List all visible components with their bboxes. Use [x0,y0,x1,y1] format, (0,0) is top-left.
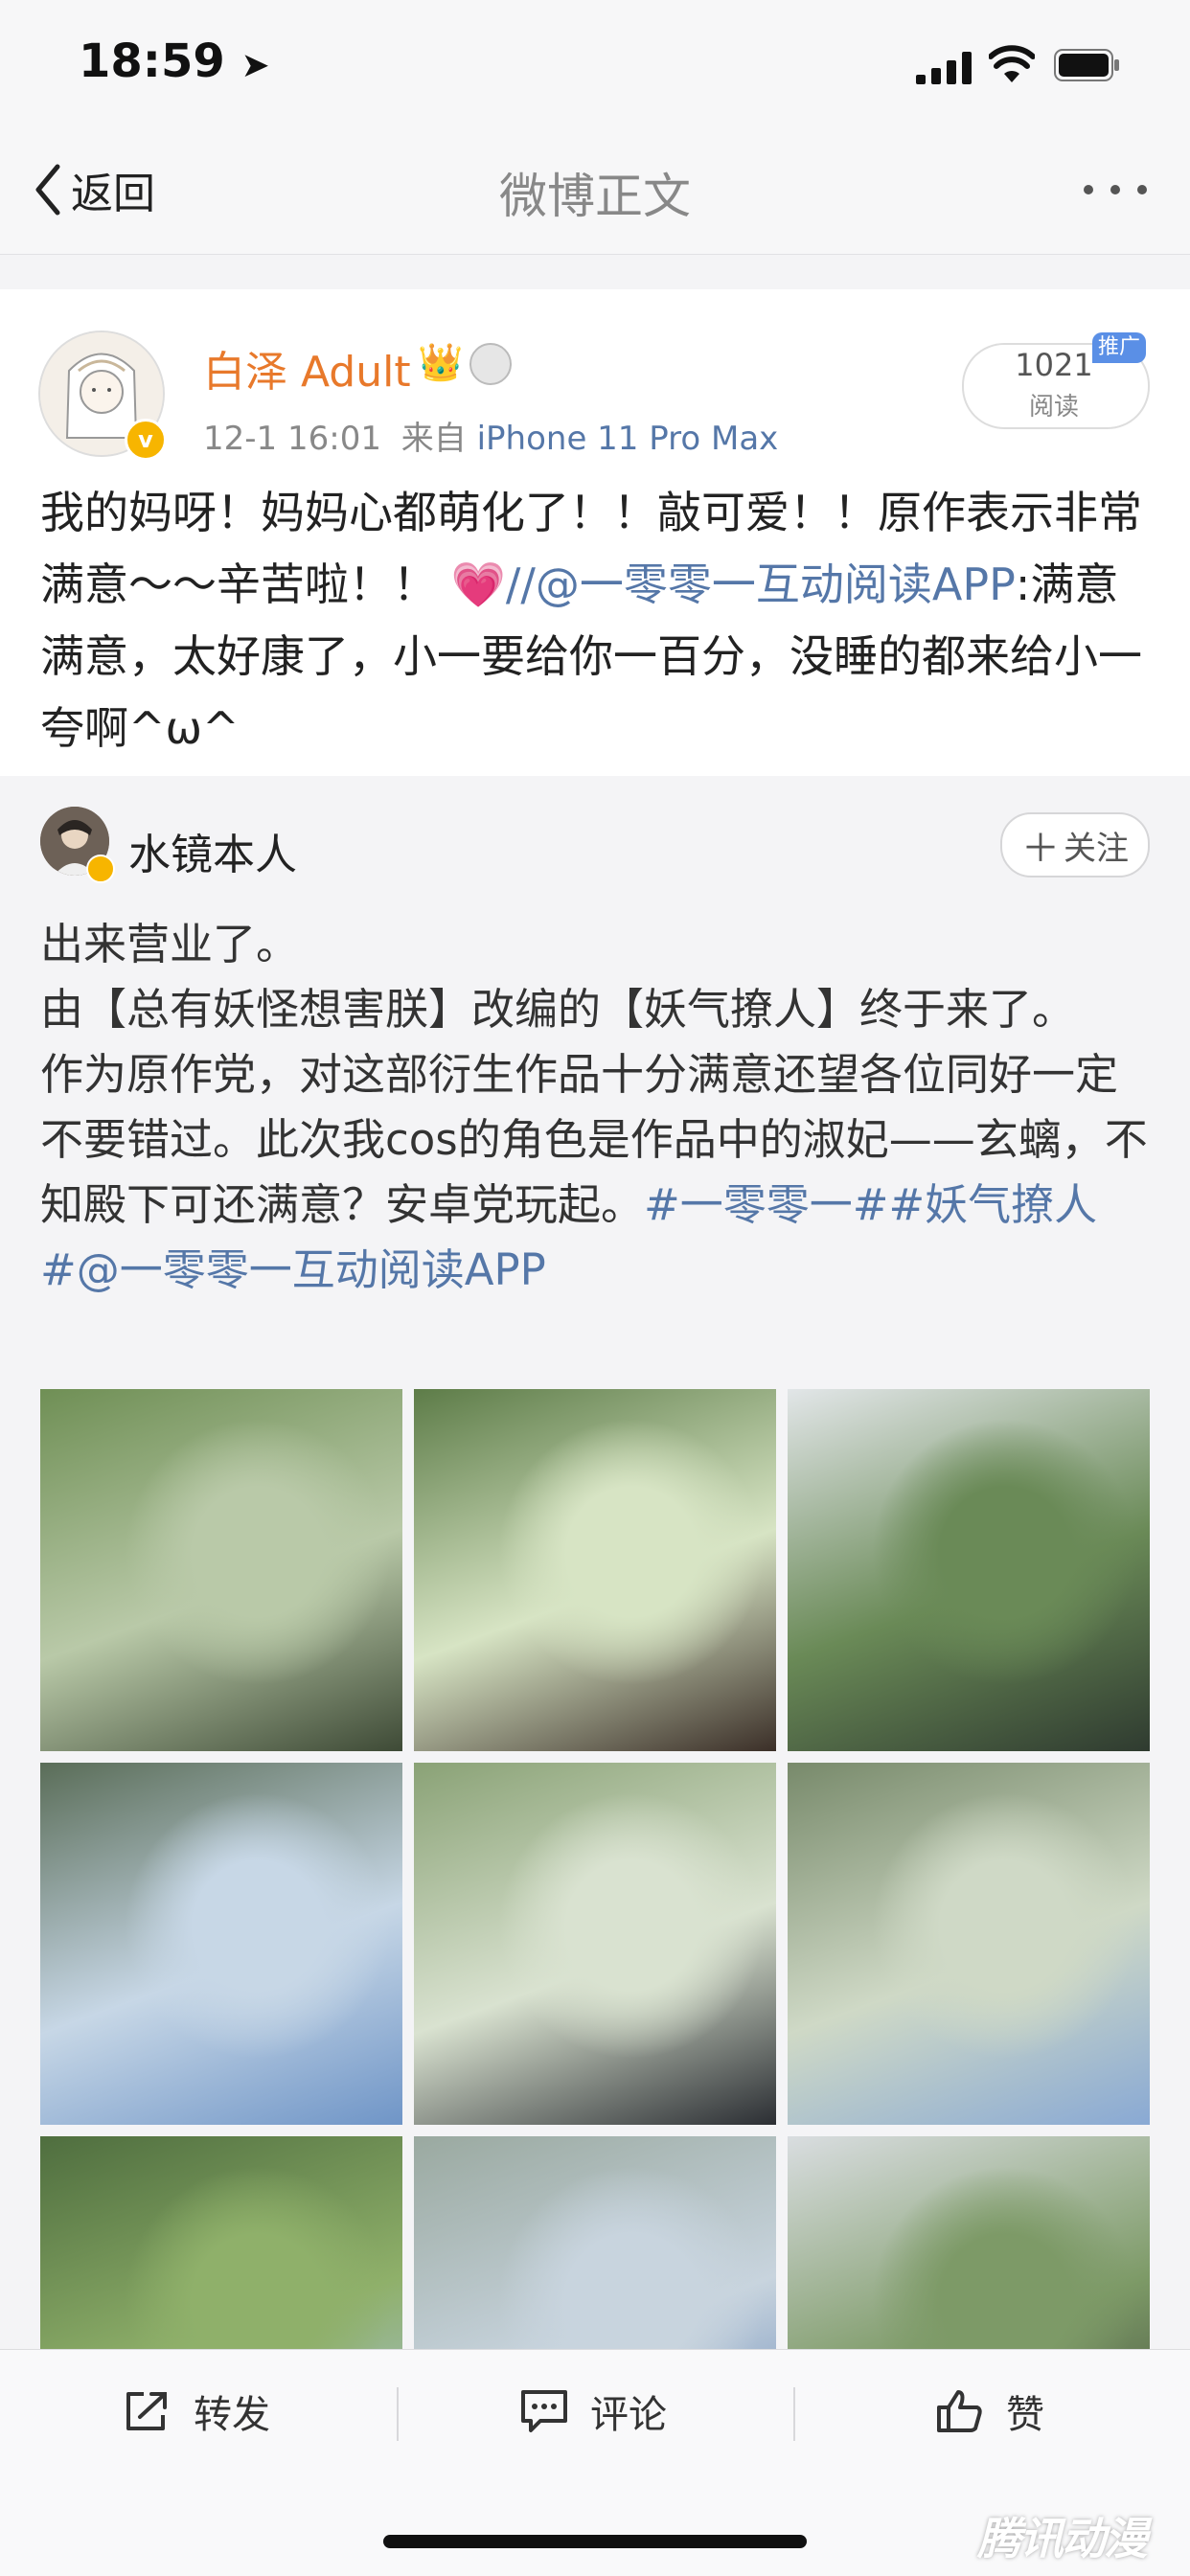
photo-5[interactable] [414,1763,776,2125]
thumbs-up-icon [937,2390,982,2432]
repost-meta: 12-1 16:01 来自 iPhone 11 Pro Max [203,412,778,459]
cellular-signal-icon [916,52,972,84]
status-time: 18:59 ➤ [79,34,270,88]
plus-icon: ＋ [1021,827,1060,871]
original-author[interactable]: 水镜本人 [128,820,297,881]
heart-emoji-icon: 💗 [450,559,506,610]
mention-link[interactable]: @一零零一互动阅读APP [77,1244,546,1295]
home-indicator [383,2535,807,2548]
repost-button[interactable]: 转发 [123,2382,270,2441]
photo-6[interactable] [788,1763,1150,2125]
more-icon[interactable] [1081,171,1150,209]
photo-4[interactable] [40,1763,402,2125]
crown-icon: 👑 [418,341,464,383]
comment-button[interactable]: 评论 [519,2382,667,2441]
verified-badge [86,855,115,883]
comment-icon [521,2390,567,2432]
battery-icon [1054,49,1119,81]
share-icon [126,2392,167,2430]
medal-icon [469,343,512,385]
read-label: 阅读 [1028,393,1079,422]
device-link[interactable]: iPhone 11 Pro Max [477,420,779,458]
mention-link[interactable]: @一零零一互动阅读APP [536,559,1016,610]
source-prefix: 来自 [400,420,467,458]
divider [793,2387,795,2441]
photo-3[interactable] [788,1389,1150,1751]
verified-badge: v [125,419,167,461]
original-text: 出来营业了。 由【总有妖怪想害朕】改编的【妖气撩人】终于来了。 作为原作党，对这… [40,919,1148,1295]
post-time: 12-1 16:01 [203,420,381,458]
wifi-icon [989,45,1035,82]
promo-badge: 推广 [1092,332,1146,363]
repost-author[interactable]: 白泽 Adult [203,337,411,399]
photo-2[interactable] [414,1389,776,1751]
repost-text: 我的妈呀！妈妈心都萌化了！！敲可爱！！原作表示非常满意～～辛苦啦！！ 💗//@一… [40,487,1142,754]
photo-1[interactable] [40,1389,402,1751]
watermark: 腾讯动漫 [977,2513,1148,2565]
divider [397,2387,399,2441]
like-button[interactable]: 赞 [935,2382,1044,2441]
repost-slashes: // [505,559,536,610]
page-title: 微博正文 [499,169,691,224]
hashtag-link[interactable]: #一零零一# [644,1179,888,1230]
follow-button[interactable]: ＋ 关注 [1000,812,1150,878]
